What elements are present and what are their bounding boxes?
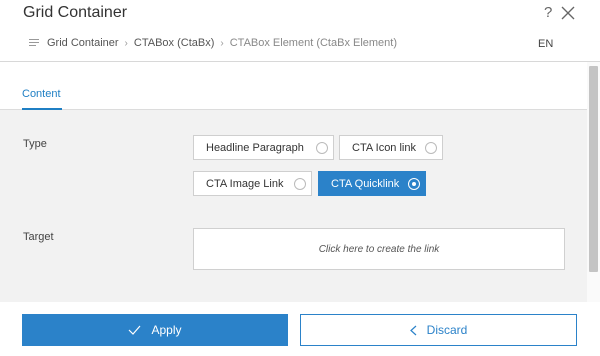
discard-button-label: Discard xyxy=(426,323,468,337)
type-option-cta-quicklink[interactable]: CTA Quicklink xyxy=(318,171,426,196)
breadcrumb: Grid Container › CTABox (CtaBx) › CTABox… xyxy=(29,36,397,50)
active-tab-indicator xyxy=(22,108,62,110)
help-icon[interactable]: ? xyxy=(544,4,552,21)
breadcrumb-separator: › xyxy=(124,37,128,49)
type-option-label: CTA Quicklink xyxy=(331,177,400,190)
radio-icon xyxy=(425,142,437,154)
scrollbar-thumb[interactable] xyxy=(589,66,598,272)
radio-icon xyxy=(294,178,306,190)
dialog-footer: Apply Discard xyxy=(0,302,600,356)
discard-button[interactable]: Discard xyxy=(300,314,577,346)
close-icon[interactable] xyxy=(561,6,575,20)
chevron-left-icon xyxy=(409,325,417,335)
breadcrumb-item-ctabox[interactable]: CTABox (CtaBx) xyxy=(134,37,214,49)
type-option-headline-paragraph[interactable]: Headline Paragraph xyxy=(193,135,334,160)
target-field-label: Target xyxy=(23,231,54,243)
type-option-cta-icon-link[interactable]: CTA Icon link xyxy=(339,135,443,160)
language-selector[interactable]: EN xyxy=(538,38,553,50)
tab-content[interactable]: Content xyxy=(22,88,61,100)
checkmark-icon xyxy=(129,325,141,335)
type-option-label: CTA Image Link xyxy=(206,177,284,190)
dialog-title: Grid Container xyxy=(23,4,128,21)
breadcrumb-item-ctabox-element: CTABox Element (CtaBx Element) xyxy=(229,37,398,49)
scrollbar[interactable] xyxy=(587,62,600,302)
type-field-label: Type xyxy=(23,138,47,150)
radio-icon xyxy=(316,142,328,154)
tab-bar: Content xyxy=(0,62,587,110)
breadcrumb-separator: › xyxy=(220,37,224,49)
type-option-label: CTA Icon link xyxy=(352,141,416,154)
radio-selected-icon xyxy=(408,178,420,190)
dialog-header: Grid Container ? Grid Container › CTABox… xyxy=(0,0,600,62)
type-option-cta-image-link[interactable]: CTA Image Link xyxy=(193,171,312,196)
content-panel: Content Type Headline Paragraph CTA Icon… xyxy=(0,62,587,302)
target-link-picker[interactable]: Click here to create the link xyxy=(193,228,565,270)
type-option-label: Headline Paragraph xyxy=(206,141,304,154)
breadcrumb-item-grid-container[interactable]: Grid Container xyxy=(47,37,119,49)
menu-lines-icon xyxy=(29,39,39,46)
apply-button[interactable]: Apply xyxy=(22,314,288,346)
apply-button-label: Apply xyxy=(151,323,182,337)
